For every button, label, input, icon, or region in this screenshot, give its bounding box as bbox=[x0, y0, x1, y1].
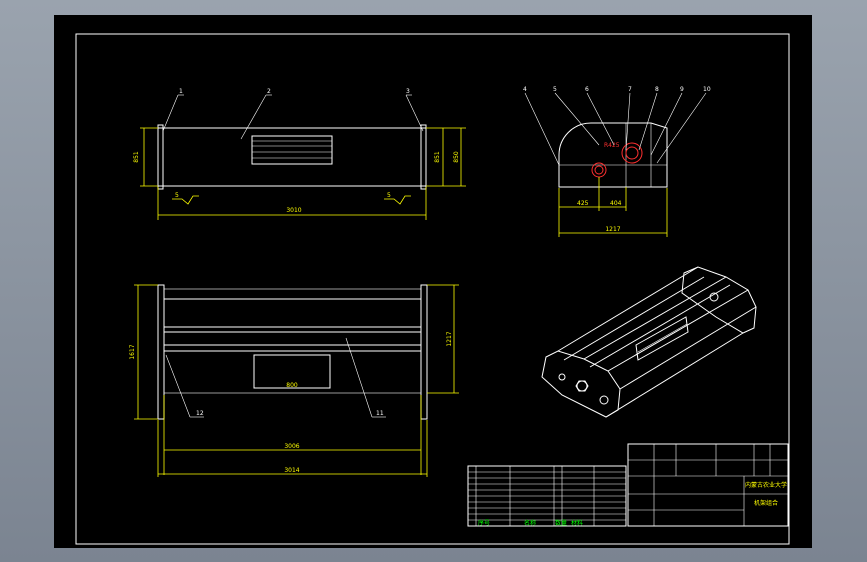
dim-side-width: 1217 bbox=[605, 226, 620, 233]
balloon-2: 2 bbox=[267, 88, 271, 95]
dim-front-height-right1: 851 bbox=[434, 151, 441, 163]
balloon-11: 11 bbox=[376, 410, 384, 417]
dim-front-height-right2: 850 bbox=[453, 151, 460, 163]
dim-top-slot: 800 bbox=[286, 382, 298, 389]
balloon-3: 3 bbox=[406, 88, 410, 95]
bom-col-no: 序号 bbox=[478, 519, 490, 527]
dim-front-overall: 3010 bbox=[286, 207, 301, 214]
dim-side-a: 425 bbox=[577, 200, 589, 207]
cad-viewport: 3010 851 851 850 5 5 1 2 3 R425 425 404 … bbox=[0, 0, 867, 562]
balloon-12: 12 bbox=[196, 410, 204, 417]
roughness-left: 5 bbox=[175, 192, 179, 199]
side-hole-label: R425 bbox=[604, 142, 620, 149]
balloon-8: 8 bbox=[655, 86, 659, 93]
front-view: 3010 851 851 850 5 5 1 2 3 bbox=[133, 88, 466, 220]
dim-top-left: 1617 bbox=[129, 344, 136, 359]
balloon-10: 10 bbox=[703, 86, 711, 93]
balloon-6: 6 bbox=[585, 86, 589, 93]
dim-front-height-left: 851 bbox=[133, 151, 140, 163]
parts-list-table: 序号 名称 数量 材料 bbox=[467, 465, 627, 527]
balloon-5: 5 bbox=[553, 86, 557, 93]
bom-col-qty: 数量 bbox=[555, 519, 567, 527]
bom-col-name: 名称 bbox=[524, 519, 536, 527]
bom-col-material: 材料 bbox=[571, 519, 583, 527]
drawing-sheet: 3010 851 851 850 5 5 1 2 3 R425 425 404 … bbox=[54, 15, 812, 548]
top-view: 800 3006 3014 1617 1217 12 11 bbox=[129, 284, 459, 477]
dim-top-outer: 3014 bbox=[284, 467, 299, 474]
title-block: 内蒙古农业大学 机架组合 bbox=[627, 443, 789, 527]
side-view: R425 425 404 1217 4 5 6 7 8 9 10 bbox=[523, 86, 711, 237]
balloon-7: 7 bbox=[628, 86, 632, 93]
dim-top-right: 1217 bbox=[446, 331, 453, 346]
drawing-canvas: 3010 851 851 850 5 5 1 2 3 R425 425 404 … bbox=[75, 33, 790, 545]
isometric-view bbox=[541, 266, 757, 418]
dim-top-inner: 3006 bbox=[284, 443, 299, 450]
balloon-9: 9 bbox=[680, 86, 684, 93]
balloon-1: 1 bbox=[179, 88, 183, 95]
roughness-right: 5 bbox=[387, 192, 391, 199]
title-drawing-name: 机架组合 bbox=[754, 499, 778, 507]
dim-side-b: 404 bbox=[610, 200, 622, 207]
balloon-4: 4 bbox=[523, 86, 527, 93]
title-university: 内蒙古农业大学 bbox=[745, 481, 787, 489]
